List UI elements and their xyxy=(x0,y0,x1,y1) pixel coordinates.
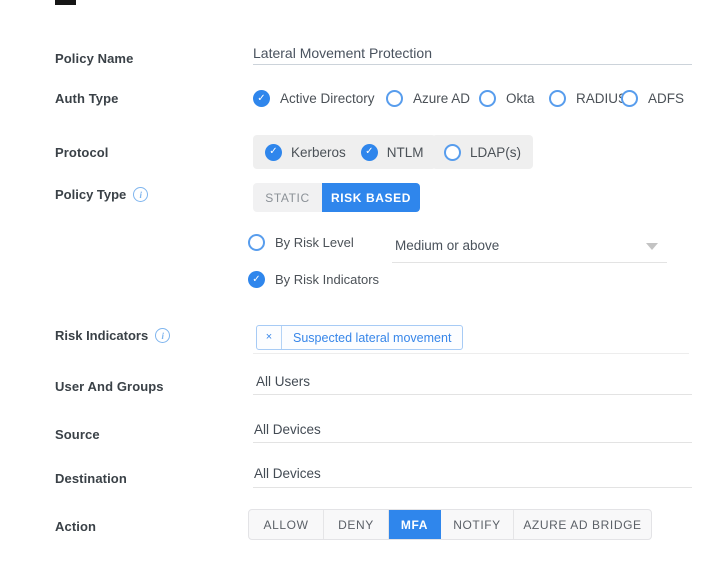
radio-unchecked-icon[interactable] xyxy=(621,90,638,107)
chevron-down-icon[interactable] xyxy=(646,243,658,250)
source-input[interactable]: All Devices xyxy=(254,422,321,437)
top-edge-fragment xyxy=(55,0,76,5)
risk-indicators-label: Risk Indicators xyxy=(55,328,148,343)
protocol-group-ldap: LDAP(s) xyxy=(432,135,533,169)
users-label: User And Groups xyxy=(55,379,164,394)
action-label: Action xyxy=(55,519,96,534)
source-label: Source xyxy=(55,427,100,442)
risk-indicators-label-row: Risk Indicators i xyxy=(55,328,170,343)
protocol-option-ldaps[interactable]: LDAP(s) xyxy=(444,144,521,161)
policy-name-input[interactable]: Lateral Movement Protection xyxy=(253,45,432,61)
toggle-risk-based[interactable]: RISK BASED xyxy=(322,183,420,212)
auth-option-radius[interactable]: RADIUS xyxy=(549,90,627,107)
protocol-group-primary: ✓ Kerberos ✓ NTLM xyxy=(253,135,436,169)
by-risk-level-option[interactable]: By Risk Level xyxy=(248,234,354,251)
destination-label: Destination xyxy=(55,471,127,486)
users-input[interactable]: All Users xyxy=(256,374,310,389)
action-segmented-control: ALLOW DENY MFA NOTIFY AZURE AD BRIDGE xyxy=(248,509,652,540)
auth-option-label: Okta xyxy=(506,91,535,106)
protocol-option-label: LDAP(s) xyxy=(470,145,521,160)
risk-level-dropdown[interactable]: Medium or above xyxy=(395,238,499,253)
checkbox-unchecked-icon[interactable] xyxy=(444,144,461,161)
auth-option-label: Active Directory xyxy=(280,91,375,106)
checkbox-checked-icon[interactable]: ✓ xyxy=(361,144,378,161)
auth-option-label: Azure AD xyxy=(413,91,470,106)
auth-option-okta[interactable]: Okta xyxy=(479,90,535,107)
info-icon[interactable]: i xyxy=(155,328,170,343)
source-underline xyxy=(253,442,692,443)
action-allow[interactable]: ALLOW xyxy=(249,510,324,539)
radio-unchecked-icon[interactable] xyxy=(549,90,566,107)
auth-option-label: RADIUS xyxy=(576,91,627,106)
radio-checked-icon[interactable]: ✓ xyxy=(253,90,270,107)
destination-underline xyxy=(253,487,692,488)
risk-indicators-underline xyxy=(253,353,689,354)
radio-unchecked-icon[interactable] xyxy=(479,90,496,107)
action-azure-ad-bridge[interactable]: AZURE AD BRIDGE xyxy=(514,510,651,539)
protocol-option-kerberos[interactable]: ✓ Kerberos xyxy=(265,144,346,161)
auth-option-adfs[interactable]: ADFS xyxy=(621,90,684,107)
auth-option-azure-ad[interactable]: Azure AD xyxy=(386,90,470,107)
action-mfa[interactable]: MFA xyxy=(389,510,441,539)
action-deny[interactable]: DENY xyxy=(324,510,389,539)
policy-form: Policy Name Lateral Movement Protection … xyxy=(0,0,706,579)
policy-type-label-row: Policy Type i xyxy=(55,187,148,202)
radio-unchecked-icon[interactable] xyxy=(386,90,403,107)
auth-type-label: Auth Type xyxy=(55,91,119,106)
protocol-option-label: NTLM xyxy=(387,145,424,160)
risk-level-dropdown-underline xyxy=(392,262,667,263)
policy-name-underline xyxy=(253,64,692,65)
by-risk-level-label: By Risk Level xyxy=(275,235,354,250)
auth-option-active-directory[interactable]: ✓ Active Directory xyxy=(253,90,375,107)
action-notify[interactable]: NOTIFY xyxy=(441,510,514,539)
risk-indicator-tag: × Suspected lateral movement xyxy=(256,325,463,350)
radio-checked-icon[interactable]: ✓ xyxy=(248,271,265,288)
protocol-label: Protocol xyxy=(55,145,109,160)
auth-option-label: ADFS xyxy=(648,91,684,106)
tag-remove-icon[interactable]: × xyxy=(257,326,282,349)
destination-input[interactable]: All Devices xyxy=(254,466,321,481)
protocol-option-label: Kerberos xyxy=(291,145,346,160)
radio-unchecked-icon[interactable] xyxy=(248,234,265,251)
toggle-static[interactable]: STATIC xyxy=(253,183,322,212)
tag-label: Suspected lateral movement xyxy=(282,331,462,345)
checkbox-checked-icon[interactable]: ✓ xyxy=(265,144,282,161)
protocol-option-ntlm[interactable]: ✓ NTLM xyxy=(361,144,424,161)
policy-type-toggle: STATIC RISK BASED xyxy=(253,183,420,212)
by-risk-indicators-option[interactable]: ✓ By Risk Indicators xyxy=(248,271,379,288)
by-risk-indicators-label: By Risk Indicators xyxy=(275,272,379,287)
policy-name-label: Policy Name xyxy=(55,51,133,66)
users-underline xyxy=(253,394,692,395)
info-icon[interactable]: i xyxy=(133,187,148,202)
policy-type-label: Policy Type xyxy=(55,187,126,202)
